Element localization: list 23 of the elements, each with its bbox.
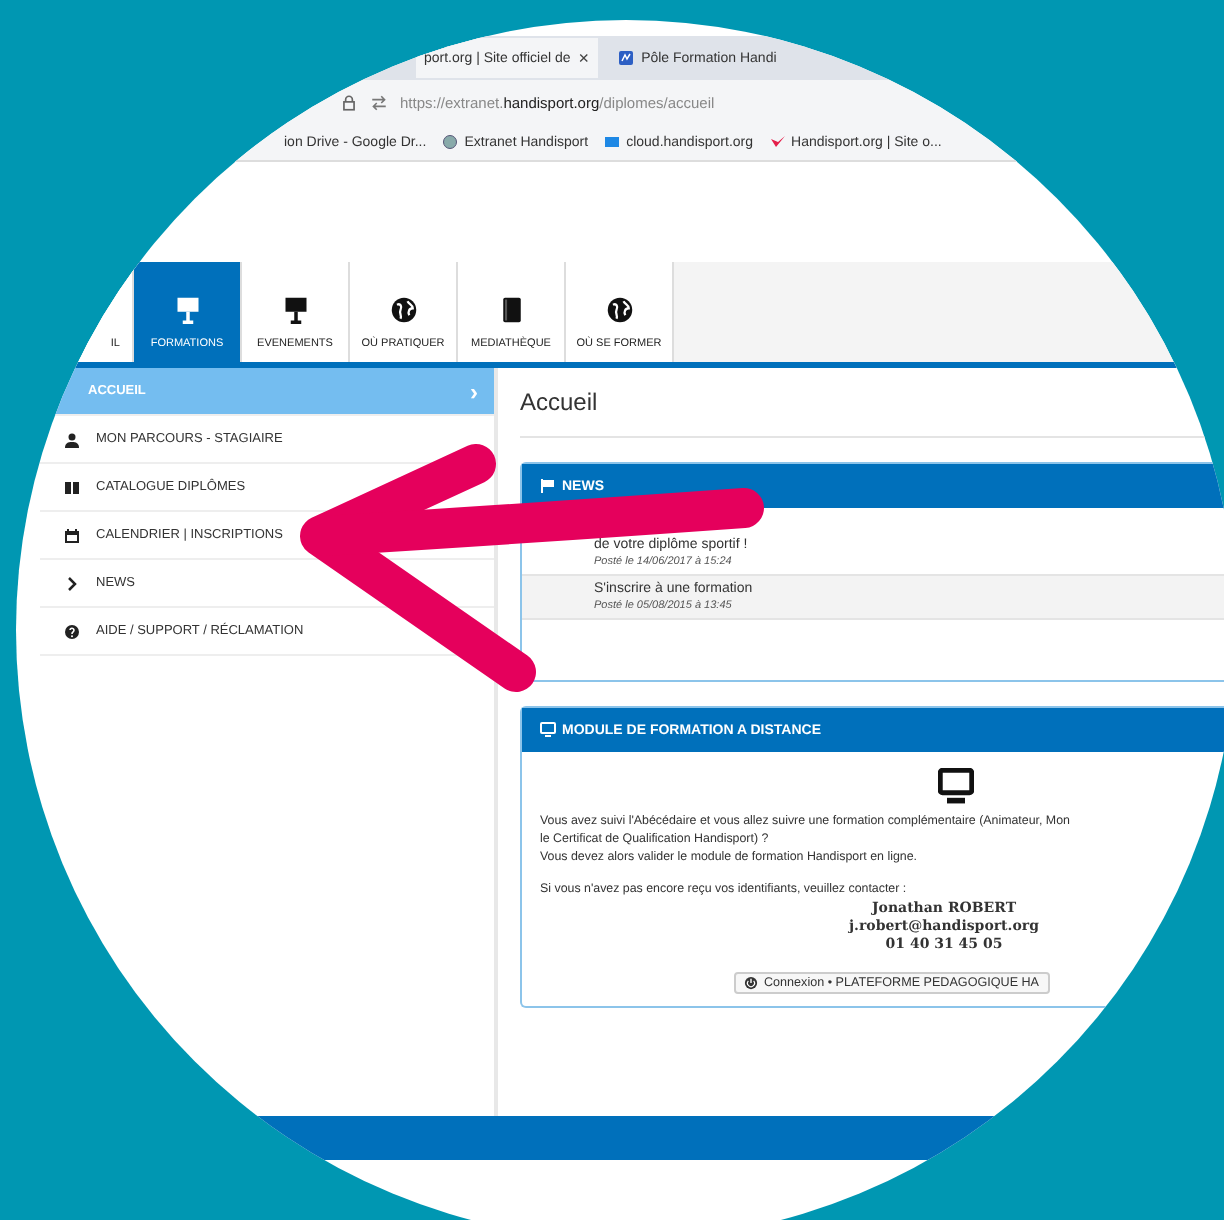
swap-icon	[370, 93, 388, 111]
favicon-icon	[604, 134, 621, 150]
monitor-icon	[938, 768, 974, 804]
help-icon	[64, 623, 80, 639]
person-icon	[64, 431, 80, 447]
globe-icon	[389, 296, 417, 324]
power-icon	[744, 976, 758, 990]
chevron-icon	[64, 575, 80, 591]
lock-icon	[340, 93, 358, 111]
close-icon[interactable]: ×	[578, 48, 590, 68]
book-icon	[64, 479, 80, 495]
logo-icon	[617, 50, 634, 66]
favicon-icon	[769, 134, 786, 150]
flag-icon	[540, 478, 556, 494]
book-icon	[497, 296, 525, 324]
page-heading: Accueil	[520, 368, 1224, 438]
easel-icon	[281, 296, 309, 324]
favicon-icon	[442, 134, 459, 150]
easel-icon	[173, 296, 201, 324]
monitor-icon	[540, 722, 556, 738]
globe-icon	[605, 296, 633, 324]
calendar-icon	[64, 527, 80, 543]
chevron-icon: ›	[470, 377, 478, 405]
